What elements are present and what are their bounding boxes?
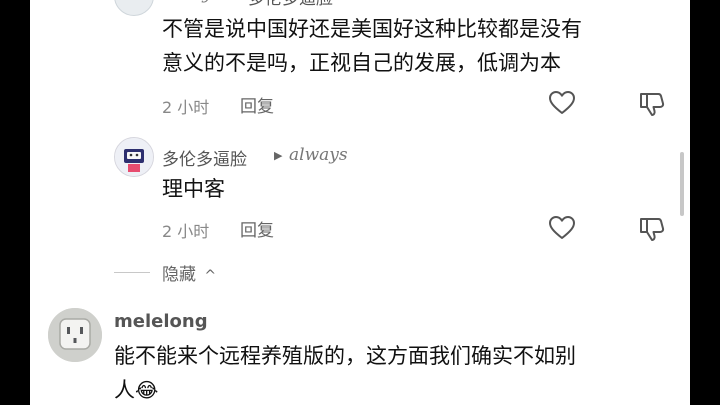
like-icon[interactable] [549,91,575,115]
reply-text: 理中客 [162,177,225,201]
top-comment-text-line1: 不管是说中国好还是美国好这种比较都是没有 [162,17,582,41]
melelong-text-line2: 人😂 [114,373,158,405]
collapse-label: 隐藏 [162,265,196,285]
collapse-divider [114,272,150,273]
reply-time: 2 小时 [162,222,210,241]
top-comment-reply-button[interactable]: 回复 [240,92,274,117]
melelong-text-line1: 能不能来个远程养殖版的，这方面我们确实不如别 [114,344,576,368]
reply-to[interactable]: always [289,145,348,165]
reply-reply-button[interactable]: 回复 [240,216,274,241]
scrollbar[interactable] [680,152,684,216]
top-comment-reply-to[interactable]: always [162,0,221,4]
comment-panel: always 多伦多逼脸 不管是说中国好还是美国好这种比较都是没有 意义的不是吗… [30,0,690,405]
top-comment-reply-to-name: 多伦多逼脸 [248,0,333,9]
top-comment-avatar[interactable] [114,0,154,16]
collapse-replies-button[interactable]: 隐藏 ^ [162,260,216,285]
outlet-avatar-icon [48,308,102,362]
dislike-icon[interactable] [639,91,665,117]
melelong-text-line2-content: 人 [114,378,135,402]
laughing-emoji-icon: 😂 [135,378,159,402]
dislike-icon[interactable] [639,216,665,242]
like-icon[interactable] [549,216,575,240]
top-comment-text-line2: 意义的不是吗，正视自己的发展，低调为本 [162,51,561,75]
reply-avatar[interactable] [114,137,154,177]
reply-author[interactable]: 多伦多逼脸 [162,145,247,170]
melelong-avatar[interactable] [48,308,102,362]
top-comment-time: 2 小时 [162,98,210,117]
melelong-author[interactable]: melelong [114,311,208,332]
reply-arrow-icon: ▶ [274,149,283,162]
chevron-up-icon: ^ [204,268,217,284]
avatar-illustration-icon [115,138,153,176]
